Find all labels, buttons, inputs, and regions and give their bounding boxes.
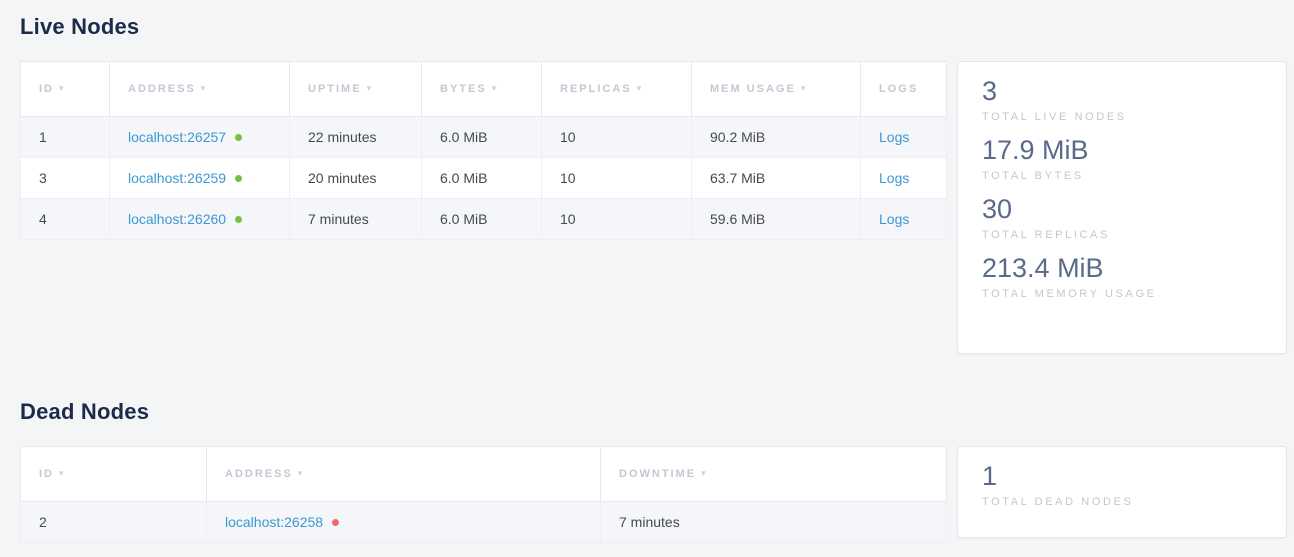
cell-id: 2 — [21, 502, 207, 543]
sort-arrow-icon: ▾ — [201, 83, 208, 93]
node-address-link[interactable]: localhost:26259 — [128, 170, 226, 186]
cell-bytes: 6.0 MiB — [422, 117, 542, 158]
dead-nodes-table: ID ▾ ADDRESS ▾ DOWNTIME ▾ 2 localhost:26258 7 m… — [20, 446, 947, 543]
summary-stat: 3 TOTAL LIVE NODES — [982, 75, 1262, 123]
node-address-link[interactable]: localhost:26258 — [225, 514, 323, 530]
cell-bytes: 6.0 MiB — [422, 158, 542, 199]
sort-arrow-icon: ▾ — [701, 468, 708, 478]
summary-stat-label: TOTAL MEMORY USAGE — [982, 288, 1262, 300]
cell-downtime: 7 minutes — [601, 502, 947, 543]
sort-arrow-icon: ▾ — [59, 468, 66, 478]
column-header-bytes[interactable]: BYTES ▾ — [422, 62, 542, 117]
sort-arrow-icon: ▾ — [801, 83, 808, 93]
node-address-link[interactable]: localhost:26257 — [128, 129, 226, 145]
sort-arrow-icon: ▾ — [492, 83, 499, 93]
dead-nodes-section: Dead Nodes ID ▾ ADDRESS ▾ DOWNTIME ▾ 2 localho… — [20, 399, 1287, 543]
cell-logs: Logs — [861, 158, 947, 199]
summary-stat-label: TOTAL DEAD NODES — [982, 496, 1262, 508]
cell-logs: Logs — [861, 117, 947, 158]
dead-nodes-summary-card: 1 TOTAL DEAD NODES — [957, 446, 1287, 538]
cell-replicas: 10 — [542, 199, 692, 240]
column-header-label: ID — [39, 83, 54, 95]
column-header-label: UPTIME — [308, 83, 362, 95]
node-live-status-icon — [235, 175, 242, 182]
summary-stat-value: 1 — [982, 460, 1262, 493]
summary-stat: 30 TOTAL REPLICAS — [982, 193, 1262, 241]
column-header-label: BYTES — [440, 83, 487, 95]
column-header-label: REPLICAS — [560, 83, 632, 95]
node-logs-link[interactable]: Logs — [879, 129, 909, 145]
cell-uptime: 7 minutes — [290, 199, 422, 240]
node-address-link[interactable]: localhost:26260 — [128, 211, 226, 227]
cell-address: localhost:26260 — [110, 199, 290, 240]
summary-stat: 17.9 MiB TOTAL BYTES — [982, 134, 1262, 182]
column-header-address[interactable]: ADDRESS ▾ — [207, 447, 601, 502]
column-header-downtime[interactable]: DOWNTIME ▾ — [601, 447, 947, 502]
dead-nodes-title: Dead Nodes — [20, 399, 1287, 425]
summary-stat-value: 3 — [982, 75, 1262, 108]
cell-id: 1 — [21, 117, 110, 158]
cell-uptime: 20 minutes — [290, 158, 422, 199]
live-nodes-table: ID▾ADDRESS▾UPTIME▾BYTES▾REPLICAS▾MEM USA… — [20, 61, 947, 240]
column-header-id[interactable]: ID ▾ — [21, 62, 110, 117]
dead-nodes-header-row: ID ▾ ADDRESS ▾ DOWNTIME ▾ — [21, 447, 947, 502]
column-header-mem_usage[interactable]: MEM USAGE ▾ — [692, 62, 861, 117]
summary-stat-label: TOTAL LIVE NODES — [982, 111, 1262, 123]
summary-stat: 213.4 MiB TOTAL MEMORY USAGE — [982, 252, 1262, 300]
cell-mem_usage: 63.7 MiB — [692, 158, 861, 199]
column-header-logs: LOGS — [861, 62, 947, 117]
cell-replicas: 10 — [542, 158, 692, 199]
sort-arrow-icon: ▾ — [298, 468, 305, 478]
summary-stat-label: TOTAL REPLICAS — [982, 229, 1262, 241]
table-row: 1 localhost:26257 22 minutes6.0 MiB1090.2 … — [21, 117, 947, 158]
summary-stat-value: 213.4 MiB — [982, 252, 1262, 285]
column-header-label: DOWNTIME — [619, 468, 696, 480]
table-row: 3 localhost:26259 20 minutes6.0 MiB1063.7 … — [21, 158, 947, 199]
column-header-uptime[interactable]: UPTIME ▾ — [290, 62, 422, 117]
cell-address: localhost:26258 — [207, 502, 601, 543]
cell-mem_usage: 59.6 MiB — [692, 199, 861, 240]
dead-nodes-body: ID ▾ ADDRESS ▾ DOWNTIME ▾ 2 localhost:26258 7 m… — [20, 446, 1287, 543]
live-nodes-summary-card: 3 TOTAL LIVE NODES 17.9 MiB TOTAL BYTES 30 TO… — [957, 61, 1287, 354]
summary-stat-label: TOTAL BYTES — [982, 170, 1262, 182]
column-header-id[interactable]: ID ▾ — [21, 447, 207, 502]
cell-bytes: 6.0 MiB — [422, 199, 542, 240]
cell-replicas: 10 — [542, 117, 692, 158]
node-dead-status-icon — [332, 519, 339, 526]
cluster-nodes-page: Live Nodes ID▾ADDRESS▾UPTIME▾BYTES▾REPLI… — [0, 0, 1294, 543]
live-nodes-section: Live Nodes ID▾ADDRESS▾UPTIME▾BYTES▾REPLI… — [20, 14, 1287, 354]
column-header-label: ADDRESS — [225, 468, 293, 480]
cell-address: localhost:26257 — [110, 117, 290, 158]
cell-address: localhost:26259 — [110, 158, 290, 199]
sort-arrow-icon: ▾ — [59, 83, 66, 93]
node-live-status-icon — [235, 216, 242, 223]
cell-uptime: 22 minutes — [290, 117, 422, 158]
summary-stat-value: 17.9 MiB — [982, 134, 1262, 167]
column-header-label: MEM USAGE — [710, 83, 796, 95]
node-live-status-icon — [235, 134, 242, 141]
node-logs-link[interactable]: Logs — [879, 211, 909, 227]
sort-arrow-icon: ▾ — [367, 83, 374, 93]
cell-id: 4 — [21, 199, 110, 240]
cell-id: 3 — [21, 158, 110, 199]
column-header-label: ADDRESS — [128, 83, 196, 95]
summary-stat-value: 30 — [982, 193, 1262, 226]
sort-arrow-icon: ▾ — [637, 83, 644, 93]
column-header-label: ID — [39, 468, 54, 480]
cell-logs: Logs — [861, 199, 947, 240]
summary-stat: 1 TOTAL DEAD NODES — [982, 460, 1262, 508]
column-header-replicas[interactable]: REPLICAS ▾ — [542, 62, 692, 117]
node-logs-link[interactable]: Logs — [879, 170, 909, 186]
column-header-label: LOGS — [879, 83, 918, 95]
live-nodes-body: ID▾ADDRESS▾UPTIME▾BYTES▾REPLICAS▾MEM USA… — [20, 61, 1287, 354]
live-nodes-header-row: ID▾ADDRESS▾UPTIME▾BYTES▾REPLICAS▾MEM USA… — [21, 62, 947, 117]
column-header-address[interactable]: ADDRESS ▾ — [110, 62, 290, 117]
table-row: 4 localhost:26260 7 minutes6.0 MiB1059.6 M… — [21, 199, 947, 240]
cell-mem_usage: 90.2 MiB — [692, 117, 861, 158]
table-row: 2 localhost:26258 7 minutes — [21, 502, 947, 543]
live-nodes-title: Live Nodes — [20, 14, 1287, 40]
